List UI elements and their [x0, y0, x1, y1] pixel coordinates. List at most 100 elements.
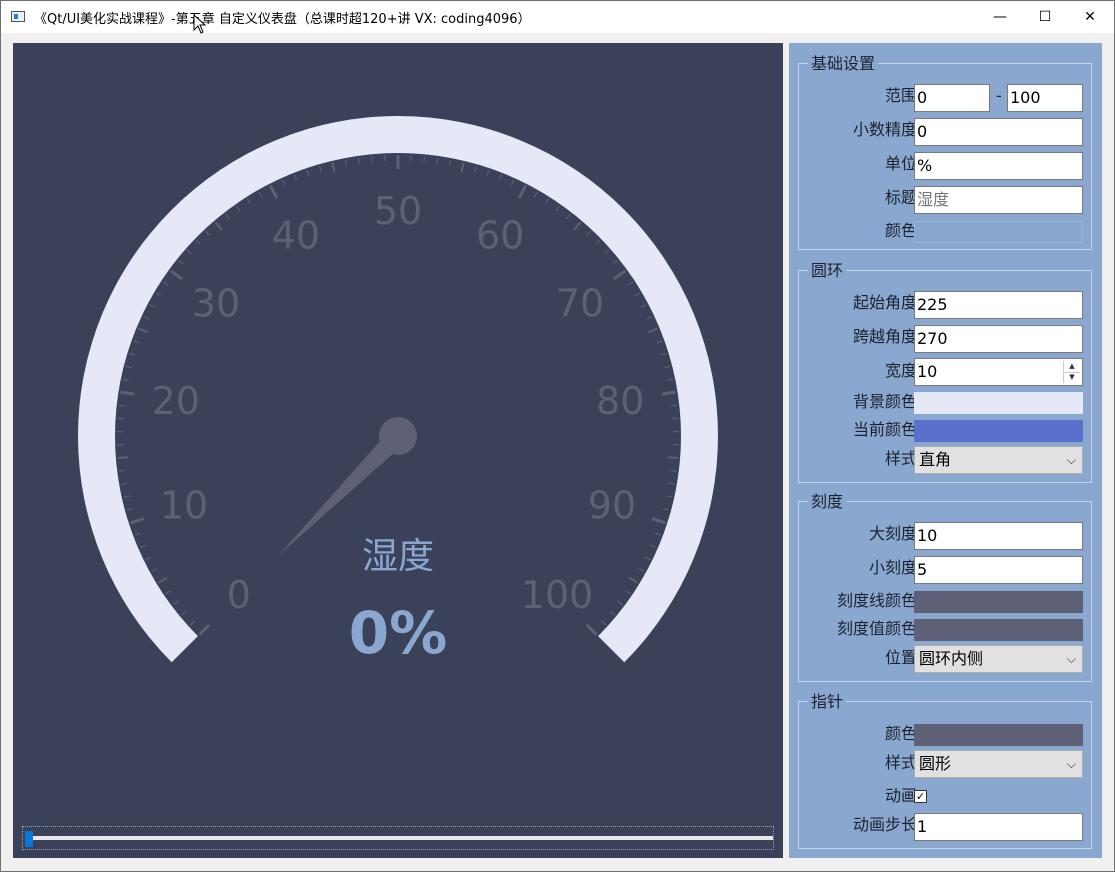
- span-angle-input[interactable]: 270: [914, 325, 1083, 353]
- gauge-tick: [566, 213, 571, 220]
- gauge-tick: [585, 230, 591, 236]
- gauge-tick: [448, 159, 452, 166]
- maximize-button[interactable]: ☐: [1022, 1, 1068, 33]
- gauge-tick: [246, 198, 252, 205]
- precision-label: 小数精度: [852, 120, 917, 139]
- gauge-scale-label: 80: [596, 379, 644, 423]
- minor-tick-input[interactable]: 5: [914, 556, 1083, 584]
- precision-input[interactable]: 0: [914, 118, 1083, 146]
- gauge-tick: [151, 567, 158, 572]
- gauge-tick: [517, 184, 527, 199]
- gauge-tick: [145, 556, 152, 561]
- ring-width-spinbox[interactable]: 10 ▲ ▼: [914, 358, 1083, 386]
- gauge-tick: [627, 281, 634, 286]
- unit-input[interactable]: %: [914, 152, 1083, 180]
- gauge-tick: [634, 292, 641, 297]
- gauge-tick: [120, 390, 135, 396]
- gauge-tick: [595, 240, 601, 246]
- start-angle-input[interactable]: 225: [914, 291, 1083, 319]
- gauge-tick: [139, 544, 146, 549]
- gauge-tick: [661, 390, 676, 396]
- ring-current-color-swatch[interactable]: [914, 420, 1083, 442]
- gauge-tick: [133, 340, 140, 344]
- gauge-tick: [118, 404, 125, 407]
- ring-style-select[interactable]: 直角 ⌵: [914, 446, 1083, 474]
- gauge-tick: [498, 174, 503, 181]
- gauge-tick: [165, 590, 171, 595]
- group-title-scale: 刻度: [808, 492, 847, 512]
- spin-down-icon[interactable]: ▼: [1064, 372, 1080, 383]
- gauge-value: 0%: [349, 599, 447, 667]
- gauge-tick: [214, 221, 223, 231]
- gauge-tick: [617, 600, 624, 606]
- gauge-widget: 0 10 20 30 40 50 60 70 80 90 100 湿度 0%: [13, 43, 783, 858]
- chevron-down-icon: ⌵: [1066, 652, 1076, 666]
- gauge-tick: [663, 507, 670, 511]
- animation-checkbox[interactable]: ✓: [914, 790, 927, 803]
- gauge-tick: [510, 179, 515, 186]
- pointer-color-swatch[interactable]: [914, 724, 1083, 746]
- gauge-scale-label: 0: [227, 573, 251, 617]
- title-input[interactable]: 湿度: [914, 186, 1083, 214]
- ring-width-value: 10: [917, 362, 938, 381]
- slider-handle[interactable]: [25, 831, 33, 847]
- gauge-tick: [573, 221, 582, 231]
- title-bar[interactable]: 《Qt/UI美化实战课程》-第五章 自定义仪表盘（总课时超120+讲 VX: c…: [1, 1, 1114, 34]
- gauge-tick: [638, 567, 645, 572]
- tick-value-color-swatch[interactable]: [914, 619, 1083, 641]
- gauge-tick: [157, 576, 168, 584]
- pointer-style-label: 样式: [884, 753, 917, 772]
- gauge-tick: [585, 623, 598, 636]
- gauge-tick: [126, 507, 133, 511]
- gauge-tick: [370, 156, 373, 163]
- gauge-tick: [119, 469, 126, 472]
- animation-step-input[interactable]: 1: [914, 813, 1083, 841]
- gauge-scale-label: 40: [272, 214, 320, 258]
- gauge-tick: [344, 159, 348, 166]
- title-color-swatch[interactable]: [914, 221, 1083, 243]
- gauge-tick: [235, 205, 241, 212]
- minor-tick-label: 小刻度: [868, 558, 917, 577]
- ring-cur-color-label: 当前颜色: [852, 420, 917, 439]
- gauge-tick: [609, 610, 615, 616]
- gauge-tick: [155, 292, 162, 297]
- tick-line-color-label: 刻度线颜色: [836, 591, 917, 610]
- gauge-tick: [666, 495, 673, 498]
- gauge-tick: [650, 544, 657, 549]
- gauge-scale-label: 100: [521, 573, 594, 617]
- gauge-tick: [149, 303, 156, 308]
- gauge-tick: [162, 281, 169, 286]
- gauge-tick: [613, 269, 627, 281]
- value-slider[interactable]: [22, 826, 774, 850]
- gauge-tick: [544, 198, 550, 205]
- tick-position-value: 圆环内侧: [919, 649, 984, 668]
- close-button[interactable]: ✕: [1067, 1, 1113, 33]
- pointer-style-select[interactable]: 圆形 ⌵: [914, 750, 1083, 778]
- ring-style-value: 直角: [919, 450, 952, 469]
- major-tick-input[interactable]: 10: [914, 522, 1083, 550]
- gauge-tick: [117, 456, 128, 460]
- scale-group: 刻度 大刻度 10 小刻度 5 刻度线颜色 刻度值颜色 位置 圆环内侧 ⌵: [798, 492, 1092, 682]
- minimize-button[interactable]: —: [977, 1, 1023, 33]
- pointer-color-label: 颜色: [884, 724, 917, 743]
- slider-track[interactable]: [29, 836, 773, 840]
- animation-step-label: 动画步长: [852, 815, 917, 834]
- animation-label: 动画: [884, 786, 917, 805]
- gauge-tick: [186, 249, 193, 255]
- gauge-scale-label: 30: [192, 282, 240, 326]
- ring-bg-color-swatch[interactable]: [914, 392, 1083, 414]
- tick-line-color-swatch[interactable]: [914, 591, 1083, 613]
- range-min-input[interactable]: 0: [914, 84, 990, 112]
- gauge-tick: [625, 590, 631, 595]
- gauge-tick: [205, 230, 211, 236]
- unit-label: 单位: [884, 154, 917, 173]
- tick-position-select[interactable]: 圆环内侧 ⌵: [914, 645, 1083, 673]
- gauge-title: 湿度: [362, 536, 434, 577]
- gauge-tick: [331, 162, 336, 173]
- pointer-style-value: 圆形: [919, 754, 952, 773]
- gauge-tick: [198, 623, 211, 636]
- group-title-basic: 基础设置: [808, 54, 879, 74]
- range-max-input[interactable]: 100: [1007, 84, 1083, 112]
- gauge-tick: [667, 378, 674, 381]
- gauge-tick: [640, 303, 647, 308]
